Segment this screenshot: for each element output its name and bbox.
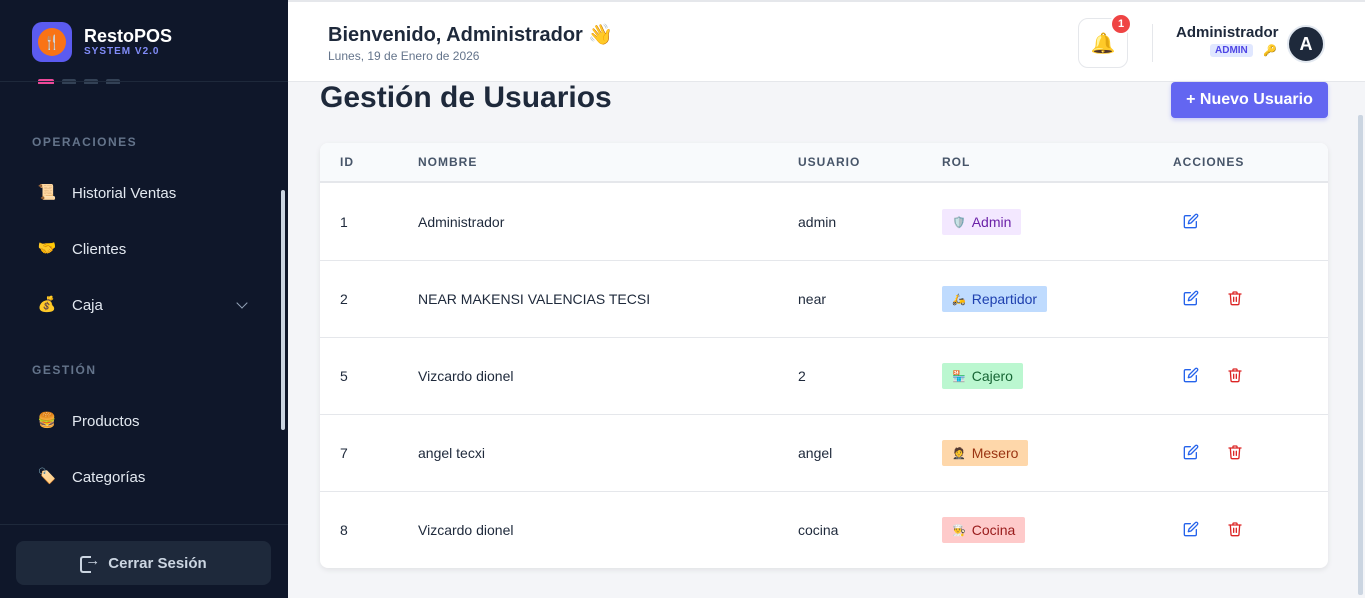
bell-icon: 🔔 [1090,32,1116,55]
users-table: ID NOMBRE USUARIO ROL ACCIONES 1 Administ… [320,143,1328,568]
sidebar-item-label: Historial Ventas [72,184,177,202]
cell-id: 7 [340,445,348,461]
user-name: Administrador [1176,24,1279,41]
logout-icon [80,552,100,573]
role-icon: 🤵 [952,447,966,460]
role-label: Mesero [971,445,1019,461]
role-pill: 🤵 Mesero [942,440,1029,466]
money-bag-icon: 💰 [37,296,57,313]
table-row: 2 NEAR MAKENSI VALENCIAS TECSI near 🛵 Repart… [320,261,1328,338]
cell-id: 1 [340,214,348,230]
key-icon: 🔑 [1263,45,1277,57]
main-scrollbar[interactable] [1358,115,1363,595]
logout-button[interactable]: Cerrar Sesión [16,541,271,585]
logout-label: Cerrar Sesión [108,554,207,572]
table-row: 8 Vizcardo dionel cocina 👨‍🍳 Cocina [320,492,1328,568]
divider [0,524,288,525]
cell-usuario: admin [798,214,837,230]
edit-icon[interactable] [1183,213,1199,229]
sidebar-item-caja[interactable]: 💰 Caja [38,293,250,317]
role-label: Admin [971,214,1012,230]
avatar[interactable]: A [1287,25,1325,63]
sidebar-item-clientes[interactable]: 🤝 Clientes [38,237,250,261]
welcome-title: Bienvenido, Administrador 👋 [328,24,614,46]
tag-icon: 🏷️ [37,468,57,485]
cell-nombre: Vizcardo dionel [418,522,514,538]
cell-nombre: Vizcardo dionel [418,368,514,384]
cell-nombre: NEAR MAKENSI VALENCIAS TECSI [418,291,651,307]
cell-id: 5 [340,368,348,384]
role-icon: 👨‍🍳 [952,524,966,537]
cell-nombre: Administrador [418,214,505,230]
edit-icon[interactable] [1183,521,1199,537]
role-icon: 🛵 [952,293,966,306]
sidebar-item-clipped[interactable] [38,72,148,84]
divider [0,81,288,82]
sidebar-item-label: Productos [72,412,140,430]
edit-icon[interactable] [1183,290,1199,306]
cell-usuario: near [798,291,827,307]
role-badge: ADMIN [1210,44,1253,57]
sidebar-item-historial-ventas[interactable]: 📜 Historial Ventas [38,181,250,205]
role-pill: 👨‍🍳 Cocina [942,517,1026,543]
delete-icon[interactable] [1227,290,1243,306]
brand[interactable]: 🍴 RestoPOS SYSTEM V2.0 [32,22,172,62]
handshake-icon: 🤝 [37,240,57,257]
sidebar-item-label: Clientes [72,240,127,258]
notification-badge: 1 [1110,13,1132,35]
role-pill: 🛵 Repartidor [942,286,1048,312]
role-icon: 🏪 [952,370,966,383]
fork-knife-icon: 🍴 [38,28,66,56]
role-pill: 🛡️ Admin [942,209,1022,235]
sidebar-item-categorias[interactable]: 🏷️ Categorías [38,465,250,489]
role-label: Cocina [971,522,1016,538]
cell-usuario: 2 [798,368,806,384]
current-date: Lunes, 19 de Enero de 2026 [328,49,480,63]
sidebar-scrollbar[interactable] [281,190,285,430]
logo: 🍴 [32,22,72,62]
table-row: 7 angel tecxi angel 🤵 Mesero [320,415,1328,492]
burger-icon: 🍔 [37,412,57,429]
column-header-usuario: USUARIO [798,155,861,169]
role-label: Repartidor [971,291,1038,307]
edit-icon[interactable] [1183,444,1199,460]
cell-id: 8 [340,522,348,538]
section-title-operaciones: OPERACIONES [32,135,138,149]
chevron-down-icon[interactable] [236,297,248,309]
new-user-button[interactable]: + Nuevo Usuario [1171,82,1328,118]
cell-id: 2 [340,291,348,307]
column-header-rol: ROL [942,155,971,169]
delete-icon[interactable] [1227,444,1243,460]
column-header-id: ID [340,155,354,169]
brand-subtitle: SYSTEM V2.0 [84,46,160,57]
page-title: Gestión de Usuarios [320,81,612,114]
sidebar-item-label: Caja [72,296,103,314]
cell-usuario: angel [798,445,833,461]
delete-icon[interactable] [1227,367,1243,383]
table-row: 1 Administrador admin 🛡️ Admin [320,184,1328,261]
delete-icon[interactable] [1227,521,1243,537]
table-row: 5 Vizcardo dionel 2 🏪 Cajero [320,338,1328,415]
cell-usuario: cocina [798,522,839,538]
top-header: Bienvenido, Administrador 👋 Lunes, 19 de… [288,0,1365,82]
cell-nombre: angel tecxi [418,445,485,461]
sidebar-item-label: Categorías [72,468,146,486]
edit-icon[interactable] [1183,367,1199,383]
role-label: Cajero [971,368,1013,384]
role-icon: 🛡️ [952,216,966,229]
column-header-nombre: NOMBRE [418,155,478,169]
sidebar: 🍴 RestoPOS SYSTEM V2.0 OPERACIONES 📜 His… [0,0,288,598]
table-header: ID NOMBRE USUARIO ROL ACCIONES [320,143,1328,183]
sidebar-item-productos[interactable]: 🍔 Productos [38,409,250,433]
brand-name: RestoPOS [84,26,173,46]
divider [1152,24,1153,62]
scroll-icon: 📜 [37,184,57,201]
column-header-acciones: ACCIONES [1173,155,1245,169]
section-title-gestion: GESTIÓN [32,363,97,377]
role-pill: 🏪 Cajero [942,363,1023,389]
